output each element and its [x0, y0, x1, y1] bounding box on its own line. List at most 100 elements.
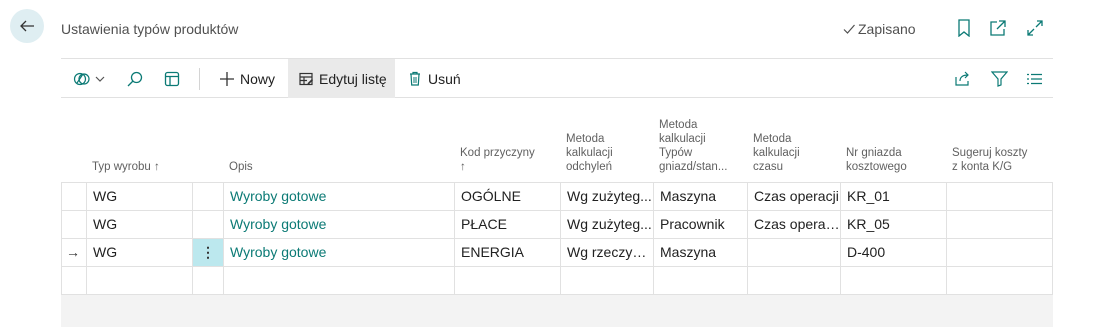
cell-variance-method[interactable]: Wg zużyteg...	[561, 183, 654, 210]
row-actions-cell[interactable]	[193, 211, 224, 238]
filter-pane-icon	[73, 72, 90, 85]
back-button[interactable]	[10, 9, 44, 43]
cell-description[interactable]: Wyroby gotowe	[224, 239, 455, 266]
header-line: Metoda	[566, 133, 605, 145]
header-line: Metoda	[659, 119, 698, 131]
cell-variance-method[interactable]: Wg zużyteg...	[561, 211, 654, 238]
grid-empty-area	[61, 295, 1053, 327]
cell-description[interactable]: Wyroby gotowe	[224, 211, 455, 238]
cell-time-method[interactable]: Czas operacji	[748, 183, 841, 210]
header-line: Nr gniazda	[846, 147, 902, 159]
column-header-product-type[interactable]: Typ wyrobu ↑	[92, 160, 160, 174]
list-view-button[interactable]	[1027, 59, 1042, 98]
header-line: kosztowego	[846, 161, 907, 173]
cell-time-method[interactable]	[748, 239, 841, 266]
trash-icon	[410, 71, 420, 86]
column-header-work-center-method[interactable]: Metoda kalkulacji Typów gniazd/stan...	[659, 118, 727, 174]
cell-description[interactable]: Wyroby gotowe	[224, 183, 455, 210]
row-actions-cell[interactable]	[193, 267, 224, 294]
table-row-current[interactable]: → WG ⋮ Wyroby gotowe ENERGIA Wg rzeczyw.…	[61, 239, 1053, 267]
cell-work-center-method[interactable]	[654, 267, 748, 294]
search-icon	[127, 71, 143, 86]
cell-cost-center[interactable]	[841, 267, 947, 294]
new-label: Nowy	[240, 70, 276, 87]
filter-button[interactable]	[991, 59, 1008, 98]
arrow-left-icon	[20, 20, 34, 32]
cell-reason-code[interactable]: PŁACE	[455, 211, 561, 238]
cell-variance-method[interactable]	[561, 267, 654, 294]
cell-suggest-costs[interactable]	[947, 211, 1053, 238]
header-line: gniazd/stan...	[659, 161, 728, 173]
data-grid: Typ wyrobu ↑ Opis Kod przyczyny ↑ Metoda…	[61, 98, 1053, 327]
cell-cost-center[interactable]: D-400	[841, 239, 947, 266]
delete-label: Usuń	[428, 70, 461, 87]
header-line: Typów	[659, 147, 693, 159]
header-line: kalkulacji	[566, 147, 613, 159]
analysis-mode-button[interactable]	[164, 59, 180, 98]
open-new-window-icon[interactable]	[989, 19, 1007, 37]
header-line: odchyleń	[566, 161, 613, 173]
new-button[interactable]: Nowy	[220, 59, 275, 98]
column-header-suggest-costs[interactable]: Sugeruj koszty z konta K/G	[952, 146, 1027, 174]
cell-product-type[interactable]: WG	[87, 211, 193, 238]
filter-icon	[991, 70, 1008, 87]
table-view-icon	[164, 71, 180, 86]
row-menu-icon[interactable]: ⋮	[193, 239, 224, 266]
cell-work-center-method[interactable]: Maszyna	[654, 183, 748, 210]
current-row-arrow-icon: →	[61, 239, 87, 266]
cell-cost-center[interactable]: KR_01	[841, 183, 947, 210]
expand-icon[interactable]	[1026, 19, 1044, 37]
edit-list-icon	[299, 72, 314, 85]
table-row[interactable]: WG Wyroby gotowe PŁACE Wg zużyteg... Pra…	[61, 211, 1053, 239]
cell-time-method[interactable]	[748, 267, 841, 294]
cell-suggest-costs[interactable]	[947, 183, 1053, 210]
share-icon	[955, 71, 969, 86]
cell-work-center-method[interactable]: Pracownik	[654, 211, 748, 238]
sort-ascending-icon: ↑	[460, 161, 466, 173]
header-line: z konta K/G	[952, 161, 1013, 173]
header-line: czasu	[753, 161, 784, 173]
column-header-description[interactable]: Opis	[229, 160, 253, 174]
column-header-reason-code[interactable]: Kod przyczyny ↑	[460, 146, 535, 174]
table-row[interactable]: WG Wyroby gotowe OGÓLNE Wg zużyteg... Ma…	[61, 183, 1053, 211]
cell-reason-code[interactable]	[455, 267, 561, 294]
cell-suggest-costs[interactable]	[947, 239, 1053, 266]
search-button[interactable]	[127, 59, 143, 98]
cell-product-type[interactable]: WG	[87, 239, 193, 266]
search-options-button[interactable]	[73, 59, 106, 98]
saved-status: Zapisano	[842, 21, 916, 37]
header-line: Sugeruj koszty	[952, 147, 1028, 159]
header-line: Metoda	[753, 133, 792, 145]
list-icon	[1027, 73, 1042, 84]
delete-button[interactable]: Usuń	[409, 59, 461, 98]
row-indicator	[61, 183, 87, 210]
cell-product-type[interactable]	[87, 267, 193, 294]
cell-variance-method[interactable]: Wg rzeczyw...	[561, 239, 654, 266]
bookmark-icon[interactable]	[955, 19, 973, 37]
checkmark-icon	[843, 24, 855, 34]
cell-work-center-method[interactable]: Maszyna	[654, 239, 748, 266]
saved-label: Zapisano	[858, 21, 916, 37]
table-row-new[interactable]	[61, 267, 1053, 295]
cell-time-method[interactable]: Czas operac...	[748, 211, 841, 238]
column-header-cost-center[interactable]: Nr gniazda kosztowego	[846, 146, 907, 174]
cell-reason-code[interactable]: ENERGIA	[455, 239, 561, 266]
cell-product-type[interactable]: WG	[87, 183, 193, 210]
share-button[interactable]	[954, 59, 971, 98]
edit-list-label: Edytuj listę	[319, 70, 387, 87]
column-header-reason-code-label: Kod przyczyny	[460, 147, 535, 159]
cell-reason-code[interactable]: OGÓLNE	[455, 183, 561, 210]
header-line: kalkulacji	[753, 147, 800, 159]
cell-description[interactable]	[224, 267, 455, 294]
column-header-product-type-label: Typ wyrobu	[92, 161, 151, 173]
chevron-down-icon	[95, 76, 105, 82]
list-card: Nowy Edytuj listę Usuń Typ wyrobu ↑ Opis…	[61, 58, 1053, 327]
row-actions-cell[interactable]	[193, 183, 224, 210]
row-indicator	[61, 267, 87, 294]
cell-suggest-costs[interactable]	[947, 267, 1053, 294]
grid-left-border	[61, 183, 62, 295]
column-header-variance-method[interactable]: Metoda kalkulacji odchyleń	[566, 132, 613, 174]
cell-cost-center[interactable]: KR_05	[841, 211, 947, 238]
column-header-time-method[interactable]: Metoda kalkulacji czasu	[753, 132, 800, 174]
edit-list-button[interactable]: Edytuj listę	[288, 59, 395, 98]
